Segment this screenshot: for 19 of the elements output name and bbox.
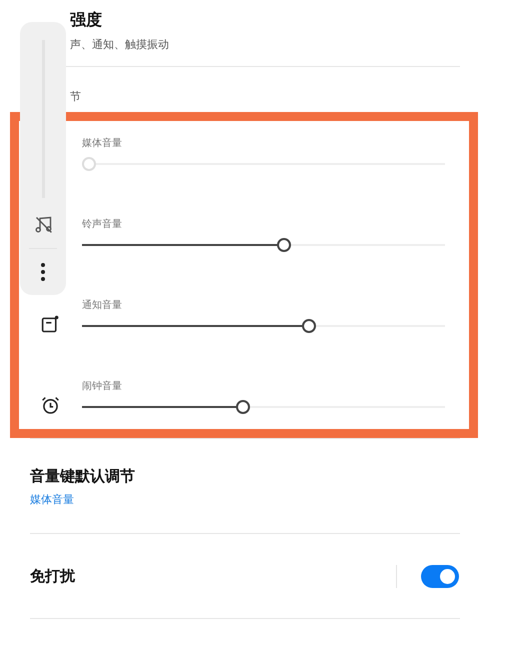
volume-slider[interactable] bbox=[82, 400, 445, 414]
group-label: 节 bbox=[69, 89, 82, 105]
alarm-clock-icon bbox=[40, 395, 61, 416]
toggle-switch[interactable] bbox=[421, 564, 459, 588]
setting-value[interactable]: 媒体音量 bbox=[30, 492, 74, 507]
section-subtitle: 声、通知、触摸振动 bbox=[70, 37, 170, 52]
slider-label: 闹钟音量 bbox=[82, 380, 123, 394]
section-title: 强度 bbox=[70, 10, 103, 31]
music-off-icon bbox=[32, 214, 54, 235]
setting-title: 音量键默认调节 bbox=[30, 467, 136, 486]
volume-slider[interactable] bbox=[82, 238, 445, 252]
slider-label: 媒体音量 bbox=[82, 136, 123, 151]
slider-label: 铃声音量 bbox=[82, 218, 123, 232]
slider-label: 通知音量 bbox=[82, 298, 123, 313]
volume-slider[interactable] bbox=[82, 319, 445, 333]
setting-title: 免打扰 bbox=[30, 566, 76, 586]
more-icon[interactable] bbox=[41, 263, 45, 281]
volume-slider[interactable] bbox=[82, 157, 445, 171]
notification-icon bbox=[40, 314, 61, 335]
